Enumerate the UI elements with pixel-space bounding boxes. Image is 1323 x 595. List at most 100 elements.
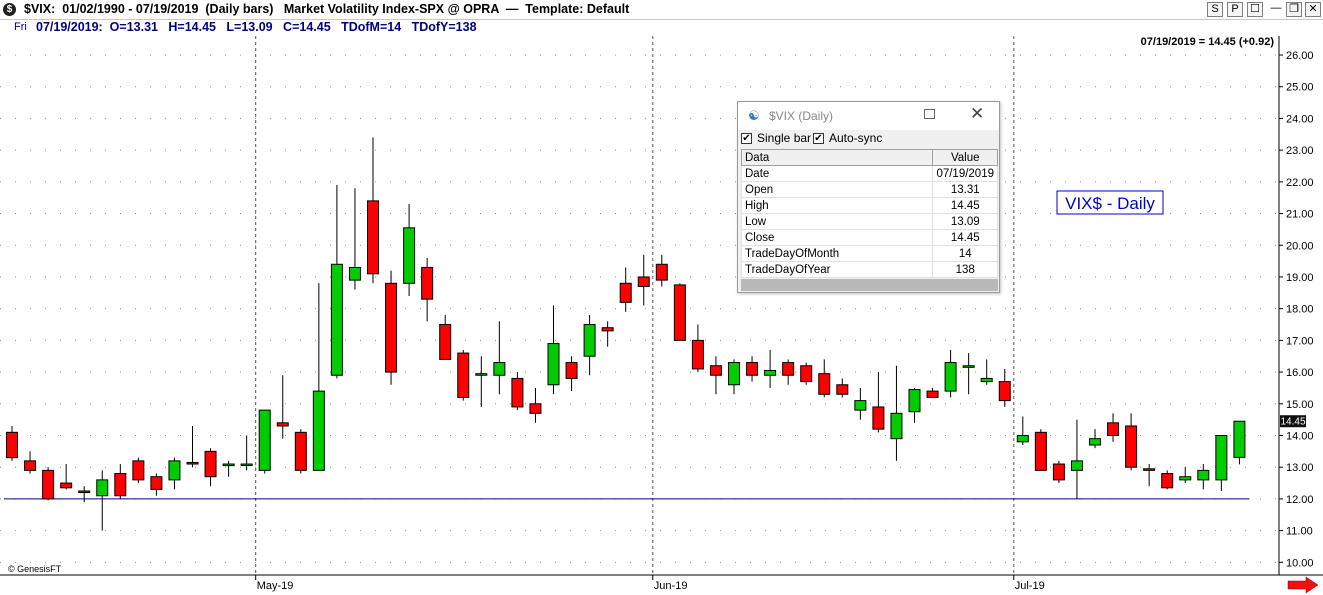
y-tick-label: 23.00	[1286, 145, 1314, 157]
data-window-titlebar[interactable]: ☯ $VIX (Daily) ✕	[738, 102, 999, 130]
header-data[interactable]: Data	[740, 149, 934, 166]
candle[interactable]	[204, 448, 217, 487]
candle[interactable]	[529, 387, 542, 423]
candle[interactable]	[439, 315, 452, 360]
candle-body	[962, 365, 975, 368]
candle[interactable]	[457, 349, 470, 401]
single-bar-label: Single bar	[757, 131, 812, 145]
candle[interactable]	[1089, 429, 1101, 449]
header-readout: 07/19/2019 = 14.45 (+0.92)	[1141, 36, 1275, 48]
candle[interactable]	[1233, 420, 1246, 465]
candle[interactable]	[800, 362, 813, 385]
candle[interactable]	[547, 305, 560, 395]
candle-body	[421, 266, 434, 300]
candle[interactable]	[78, 486, 91, 503]
candle[interactable]	[6, 425, 18, 461]
candle[interactable]	[96, 470, 109, 531]
candle[interactable]	[276, 375, 289, 439]
candle[interactable]	[114, 464, 127, 499]
candle-body	[746, 362, 759, 376]
candle[interactable]	[403, 204, 416, 296]
data-window-scrollbar[interactable]	[741, 279, 998, 291]
candle[interactable]	[601, 321, 614, 347]
candle[interactable]	[1070, 419, 1083, 499]
candle-body	[782, 362, 795, 376]
candle[interactable]	[962, 353, 975, 395]
candle-body	[96, 479, 109, 497]
row-value: 13.09	[932, 213, 998, 230]
candle-body	[1034, 431, 1047, 471]
candlestick-chart[interactable]: 26.00 25.00 24.00 23.00 22.00 21.00 20.00 19.00…	[0, 0, 1323, 595]
candle[interactable]	[168, 457, 181, 490]
candle[interactable]	[691, 324, 704, 373]
candle[interactable]	[1034, 429, 1047, 471]
candle[interactable]	[1215, 434, 1228, 491]
candle[interactable]	[1052, 460, 1065, 484]
candle[interactable]	[583, 315, 596, 376]
candle[interactable]	[1016, 416, 1029, 446]
candle[interactable]	[655, 254, 668, 287]
candle[interactable]	[728, 359, 740, 395]
candle[interactable]	[944, 349, 957, 398]
candle[interactable]	[240, 435, 253, 471]
candle-body	[1052, 463, 1065, 481]
auto-sync-checkbox[interactable]: ✔	[813, 133, 824, 144]
candle[interactable]	[836, 378, 849, 398]
candle[interactable]	[1125, 413, 1138, 471]
candle[interactable]	[132, 457, 145, 484]
candle[interactable]	[511, 372, 524, 411]
candle[interactable]	[782, 359, 795, 385]
candle[interactable]	[150, 473, 163, 496]
candle-body	[1143, 468, 1156, 471]
candle[interactable]	[818, 359, 831, 398]
candle[interactable]	[385, 270, 398, 385]
candle[interactable]	[421, 257, 434, 322]
candle[interactable]	[493, 321, 506, 395]
candle[interactable]	[367, 137, 379, 284]
y-tick-label: 13.00	[1286, 462, 1314, 474]
candle[interactable]	[60, 464, 73, 490]
candle[interactable]	[1179, 467, 1192, 484]
candle[interactable]	[926, 387, 939, 398]
candle[interactable]	[294, 429, 307, 474]
candle[interactable]	[1161, 470, 1174, 490]
candle[interactable]	[222, 460, 235, 477]
candle[interactable]	[312, 283, 325, 471]
candle-body	[1070, 460, 1083, 471]
data-window-close-icon[interactable]: ✕	[970, 104, 984, 124]
candle[interactable]	[854, 387, 867, 420]
scroll-right-arrow-icon[interactable]	[1287, 576, 1319, 594]
candle-body	[348, 266, 361, 281]
candle[interactable]	[42, 467, 55, 501]
candle[interactable]	[1143, 464, 1156, 487]
table-row: TradeDayOfMonth 14	[740, 245, 998, 262]
data-window-maximize-icon[interactable]	[924, 109, 935, 119]
candle-body	[1215, 434, 1228, 481]
candle[interactable]	[348, 188, 361, 290]
candle[interactable]	[24, 451, 37, 474]
candle[interactable]	[872, 372, 885, 433]
header-value[interactable]: Value	[932, 149, 998, 166]
candle[interactable]	[709, 356, 722, 395]
candle[interactable]	[764, 349, 777, 388]
candle[interactable]	[746, 356, 759, 382]
candle[interactable]	[330, 185, 343, 379]
candle[interactable]	[619, 267, 632, 312]
candle-body	[872, 406, 885, 430]
candle[interactable]	[673, 283, 686, 341]
candle[interactable]	[908, 387, 921, 423]
candle[interactable]	[998, 368, 1011, 407]
candle[interactable]	[1107, 413, 1120, 442]
single-bar-checkbox[interactable]: ✔	[741, 133, 752, 144]
candle-body	[493, 362, 506, 376]
candle-body	[168, 460, 181, 481]
candle[interactable]	[565, 356, 578, 392]
candle[interactable]	[637, 254, 650, 306]
candle-body	[312, 390, 325, 471]
candle[interactable]	[1197, 464, 1210, 490]
candle[interactable]	[890, 365, 903, 461]
candle[interactable]	[186, 425, 199, 468]
candle[interactable]	[475, 356, 488, 407]
candle[interactable]	[258, 409, 271, 474]
data-window[interactable]: ☯ $VIX (Daily) ✕ ✔ Single bar ✔ Auto-syn…	[737, 101, 1000, 293]
